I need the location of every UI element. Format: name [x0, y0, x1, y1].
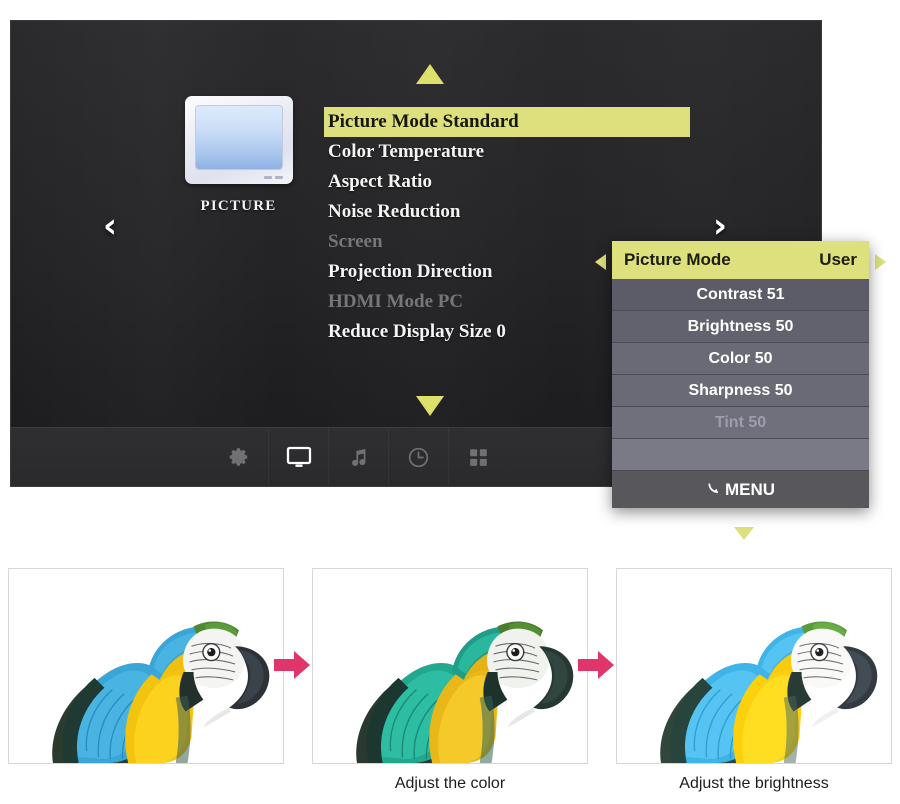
- triangle-down-icon[interactable]: [734, 527, 754, 540]
- macaw-illustration-brightness-adjusted: [617, 569, 891, 763]
- prev-category-chevron-icon[interactable]: ‹: [93, 207, 127, 245]
- display-monitor-icon[interactable]: [269, 428, 328, 486]
- photo-color-adjusted: [312, 568, 588, 764]
- photo-caption-brightness: Adjust the brightness: [679, 775, 829, 792]
- picture-mode-submenu: Picture Mode User Contrast 51 Brightness…: [612, 241, 869, 508]
- photo-original: [8, 568, 284, 764]
- tv-monitor-vents: [263, 176, 283, 179]
- macaw-illustration-original: [9, 569, 283, 763]
- music-note-icon[interactable]: [329, 428, 388, 486]
- gear-icon[interactable]: [209, 428, 268, 486]
- submenu-title: Picture Mode: [624, 250, 731, 269]
- osd-menu-item-color-temperature[interactable]: Color Temperature: [324, 137, 690, 167]
- submenu-row-contrast[interactable]: Contrast 51: [612, 279, 869, 311]
- osd-menu-item-noise-reduction[interactable]: Noise Reduction: [324, 197, 690, 227]
- apps-grid-icon[interactable]: [449, 428, 508, 486]
- submenu-row-tint: Tint 50: [612, 407, 869, 439]
- triangle-down-icon[interactable]: [416, 396, 444, 416]
- osd-menu-item-aspect-ratio[interactable]: Aspect Ratio: [324, 167, 690, 197]
- photo-caption-color: Adjust the color: [394, 775, 506, 792]
- submenu-row-sharpness[interactable]: Sharpness 50: [612, 375, 869, 407]
- clock-icon[interactable]: [389, 428, 448, 486]
- macaw-illustration-color-adjusted: [313, 569, 587, 763]
- tv-monitor-icon: [184, 96, 293, 184]
- osd-category-picture[interactable]: PICTURE: [171, 96, 306, 215]
- submenu-header[interactable]: Picture Mode User: [612, 241, 869, 279]
- triangle-left-icon[interactable]: [595, 254, 606, 270]
- triangle-up-icon[interactable]: [416, 64, 444, 84]
- osd-category-label: PICTURE: [200, 198, 277, 214]
- triangle-right-icon[interactable]: [875, 254, 886, 270]
- submenu-menu-button[interactable]: MENU: [612, 471, 869, 508]
- submenu-row-brightness[interactable]: Brightness 50: [612, 311, 869, 343]
- submenu-row-empty: [612, 439, 869, 471]
- arrow-right-icon: [576, 648, 616, 682]
- screenshot-root: PICTURE ‹ › Picture Mode Standard Color …: [0, 0, 900, 804]
- osd-menu-item-picture-mode[interactable]: Picture Mode Standard: [324, 107, 690, 137]
- photo-brightness-adjusted: [616, 568, 892, 764]
- submenu-row-color[interactable]: Color 50: [612, 343, 869, 375]
- submenu-value: User: [819, 250, 857, 269]
- submenu-menu-label: MENU: [724, 480, 776, 499]
- back-arrow-icon: [706, 472, 721, 509]
- tv-monitor-screen: [194, 105, 283, 170]
- next-category-chevron-icon[interactable]: ›: [703, 207, 737, 245]
- arrow-right-icon: [272, 648, 312, 682]
